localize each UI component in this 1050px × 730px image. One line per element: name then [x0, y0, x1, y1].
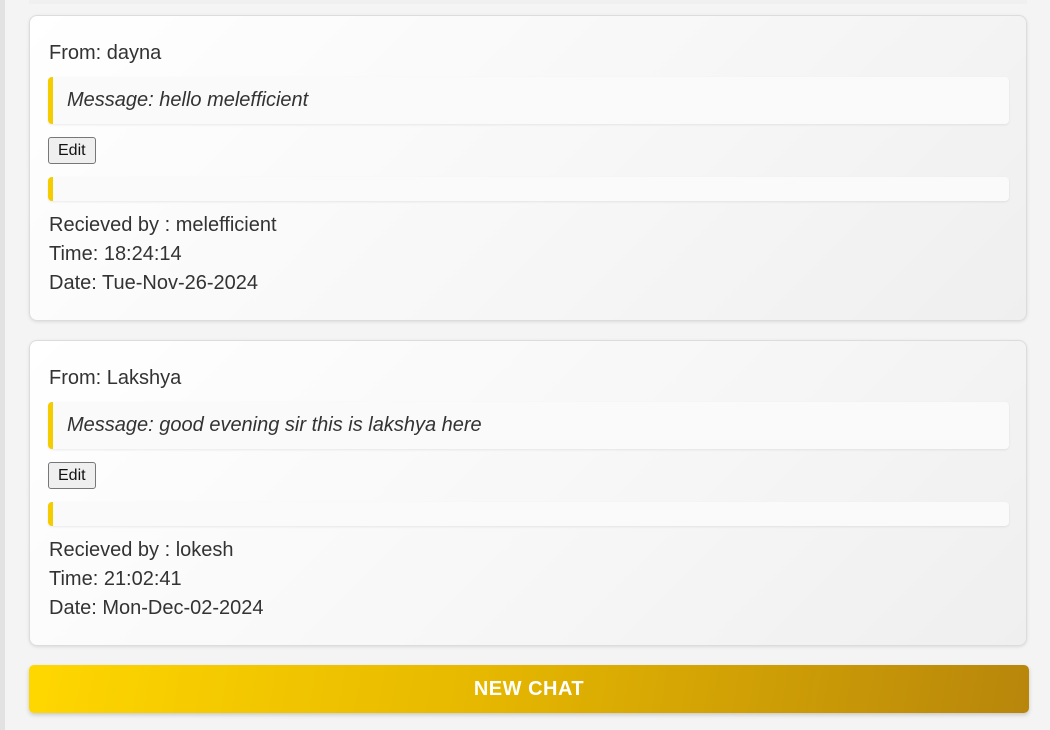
- received-by-label: Recieved by : melefficient: [49, 214, 277, 236]
- edit-button[interactable]: Edit: [48, 137, 96, 164]
- sender-label: From: Lakshya: [49, 367, 182, 389]
- message-card: From: Lakshya Message: good evening sir …: [29, 340, 1027, 646]
- edit-button[interactable]: Edit: [48, 462, 96, 489]
- new-chat-button[interactable]: NEW CHAT: [29, 665, 1029, 713]
- edit-message-field[interactable]: [48, 177, 1009, 201]
- chat-history-page: From: dayna Message: hello melefficient …: [0, 0, 1050, 730]
- left-rail: [0, 0, 5, 730]
- previous-card-edge: [29, 0, 1027, 4]
- message-text: Message: hello melefficient: [67, 89, 309, 111]
- message-box: Message: hello melefficient: [48, 77, 1009, 124]
- date-label: Date: Mon-Dec-02-2024: [49, 597, 264, 619]
- edit-message-field[interactable]: [48, 502, 1009, 526]
- time-label: Time: 18:24:14: [49, 243, 182, 265]
- time-label: Time: 21:02:41: [49, 568, 182, 590]
- sender-label: From: dayna: [49, 42, 162, 64]
- received-by-label: Recieved by : lokesh: [49, 539, 234, 561]
- message-text: Message: good evening sir this is lakshy…: [67, 414, 482, 436]
- message-box: Message: good evening sir this is lakshy…: [48, 402, 1009, 449]
- message-card: From: dayna Message: hello melefficient …: [29, 15, 1027, 321]
- date-label: Date: Tue-Nov-26-2024: [49, 272, 259, 294]
